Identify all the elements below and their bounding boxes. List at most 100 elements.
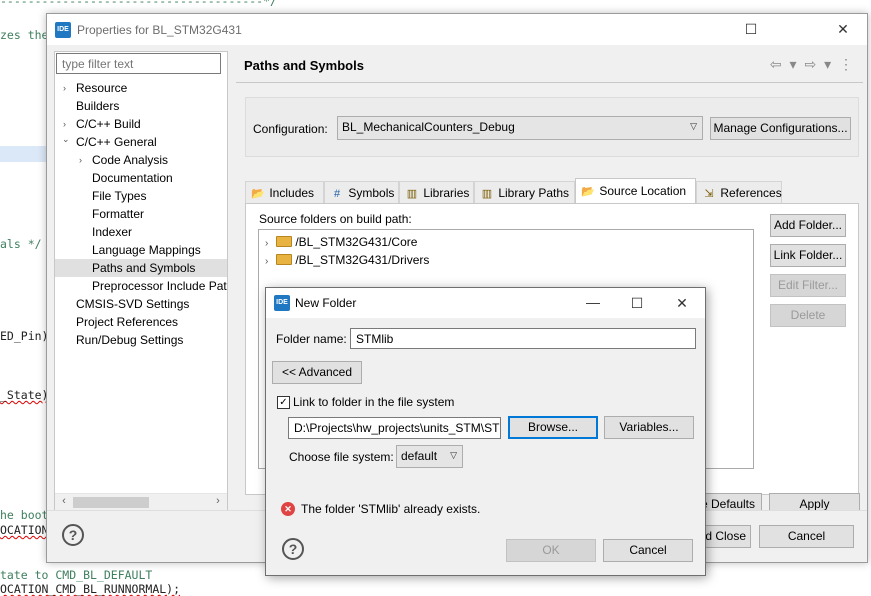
add-folder-button[interactable]: Add Folder... [770,214,846,237]
link-to-folder-label: Link to folder in the file system [293,395,455,409]
folder-name-field[interactable]: STMlib [350,328,696,349]
property-tree: › Resource Builders › C/C++ Build ⌄ C/C++ G… [55,79,227,349]
tree-item-preprocessor-include[interactable]: Preprocessor Include Pat [55,277,227,295]
file-system-label: Choose file system: [289,450,394,464]
scroll-left-icon[interactable]: ‹ [57,495,71,507]
code-line: ED_Pin) [0,329,49,343]
tree-item-label: Paths and Symbols [92,261,196,275]
dialog-title: New Folder [295,296,357,310]
tab-library-paths[interactable]: ▥ Library Paths [474,181,575,203]
chevron-right-icon[interactable]: › [63,115,73,133]
folder-path: /BL_STM32G431/Core [295,235,418,249]
tree-item-label: Code Analysis [92,153,169,167]
tree-item-label: C/C++ General [76,135,157,149]
history-navigation-icons[interactable]: ⇦ ▾ ⇨ ▾ ⋮ [770,56,855,73]
tree-item-language-mappings[interactable]: Language Mappings [55,241,227,259]
tree-item-label: File Types [92,189,147,203]
chevron-right-icon[interactable]: › [63,79,73,97]
code-line: he boot [0,508,49,522]
tab-label: Library Paths [498,186,570,200]
tree-item-label: Builders [76,99,120,113]
delete-button[interactable]: Delete [770,304,846,327]
tree-item-paths-and-symbols[interactable]: Paths and Symbols [55,259,227,277]
scrollbar-thumb[interactable] [73,497,149,508]
maximize-button[interactable]: ☐ [614,288,660,318]
tree-item-label: Formatter [92,207,145,221]
dialog-cancel-button[interactable]: Cancel [603,539,693,562]
code-line: zes the [0,28,49,42]
tree-item-run-debug[interactable]: Run/Debug Settings [55,331,227,349]
variables-button[interactable]: Variables... [604,416,694,439]
configuration-select[interactable]: BL_MechanicalCounters_Debug ▽ [337,116,703,140]
tree-item-formatter[interactable]: Formatter [55,205,227,223]
tab-libraries[interactable]: ▥ Libraries [399,181,474,203]
close-button[interactable]: ✕ [659,288,705,318]
chevron-right-icon[interactable]: › [79,151,89,169]
code-line: _State) [0,388,49,402]
horizontal-scrollbar[interactable]: ‹ › [55,493,227,510]
tree-item-builders[interactable]: Builders [55,97,227,115]
tree-item-cmsis-svd[interactable]: CMSIS-SVD Settings [55,295,227,313]
edit-filter-button[interactable]: Edit Filter... [770,274,846,297]
link-folder-button[interactable]: Link Folder... [770,244,846,267]
file-system-select[interactable]: default ▽ [396,445,463,468]
link-to-folder-checkbox[interactable]: ✓ [277,396,290,409]
tree-item-label: Documentation [92,171,173,185]
scroll-right-icon[interactable]: › [211,495,225,507]
property-category-panel: ›Resource Builders ›C/C++ Build ⌄C/C++ G… [54,51,228,511]
folder-icon [276,236,293,247]
tree-item-label: Preprocessor Include Pat [92,279,227,293]
tree-item-project-references[interactable]: Project References [55,313,227,331]
link-path-field[interactable]: D:\Projects\hw_projects\units_STM\ST [288,417,501,439]
ok-button[interactable]: OK [506,539,596,562]
tab-label: Symbols [348,186,395,200]
file-system-value: default [401,449,438,463]
tree-item-label: Project References [76,315,179,329]
tree-item-indexer[interactable]: Indexer [55,223,227,241]
tab-label: Libraries [423,186,470,200]
error-message: The folder 'STMlib' already exists. [301,502,481,516]
chevron-right-icon[interactable]: › [265,238,268,249]
help-icon[interactable]: ? [62,524,84,546]
filter-input[interactable] [56,53,221,74]
list-item[interactable]: › /BL_STM32G431/Core [265,233,417,251]
dialog-titlebar[interactable]: IDE New Folder — ☐ ✕ [266,288,705,318]
chevron-down-icon[interactable]: ⌄ [62,133,72,148]
tab-includes[interactable]: 📂 Includes [245,181,324,203]
tree-item-resource[interactable]: › Resource [55,79,227,97]
list-item[interactable]: › /BL_STM32G431/Drivers [265,251,429,269]
window-title: Properties for BL_STM32G431 [77,23,242,37]
close-button[interactable]: ✕ [820,14,866,45]
tree-item-code-analysis[interactable]: › Code Analysis [55,151,227,169]
tree-item-label: Resource [76,81,128,95]
tree-item-cpp-general[interactable]: ⌄ C/C++ General [55,133,227,151]
ide-app-icon: IDE [274,295,290,311]
configuration-group: Configuration: BL_MechanicalCounters_Deb… [245,97,859,157]
chevron-down-icon: ▽ [690,121,697,131]
browse-button[interactable]: Browse... [508,416,598,439]
tree-item-cpp-build[interactable]: › C/C++ Build [55,115,227,133]
source-folders-label: Source folders on build path: [259,212,412,226]
maximize-button[interactable]: ☐ [728,14,774,45]
configuration-value: BL_MechanicalCounters_Debug [342,120,515,134]
chevron-down-icon: ▽ [450,450,457,460]
tab-symbols[interactable]: # Symbols [324,181,399,203]
cancel-button[interactable]: Cancel [759,525,854,548]
tree-item-documentation[interactable]: Documentation [55,169,227,187]
source-location-icon: 📂 [581,186,595,198]
chevron-right-icon[interactable]: › [265,256,268,267]
tree-item-label: Language Mappings [92,243,201,257]
tab-source-location[interactable]: 📂 Source Location [575,178,696,203]
libraries-icon: ▥ [406,188,418,200]
new-folder-dialog: IDE New Folder — ☐ ✕ Folder name: STMlib… [265,287,706,576]
tab-references[interactable]: ⇲ References [696,181,782,203]
help-icon[interactable]: ? [282,538,304,560]
code-line: als */ [0,237,42,251]
window-titlebar[interactable]: IDE Properties for BL_STM32G431 ☐ ✕ [47,14,867,45]
minimize-button[interactable]: — [570,288,616,318]
tree-item-label: Indexer [92,225,133,239]
advanced-button[interactable]: << Advanced [272,361,362,384]
manage-configurations-button[interactable]: Manage Configurations... [710,117,851,140]
tree-item-file-types[interactable]: File Types [55,187,227,205]
code-line: --------------------------------------*/ [0,0,277,8]
